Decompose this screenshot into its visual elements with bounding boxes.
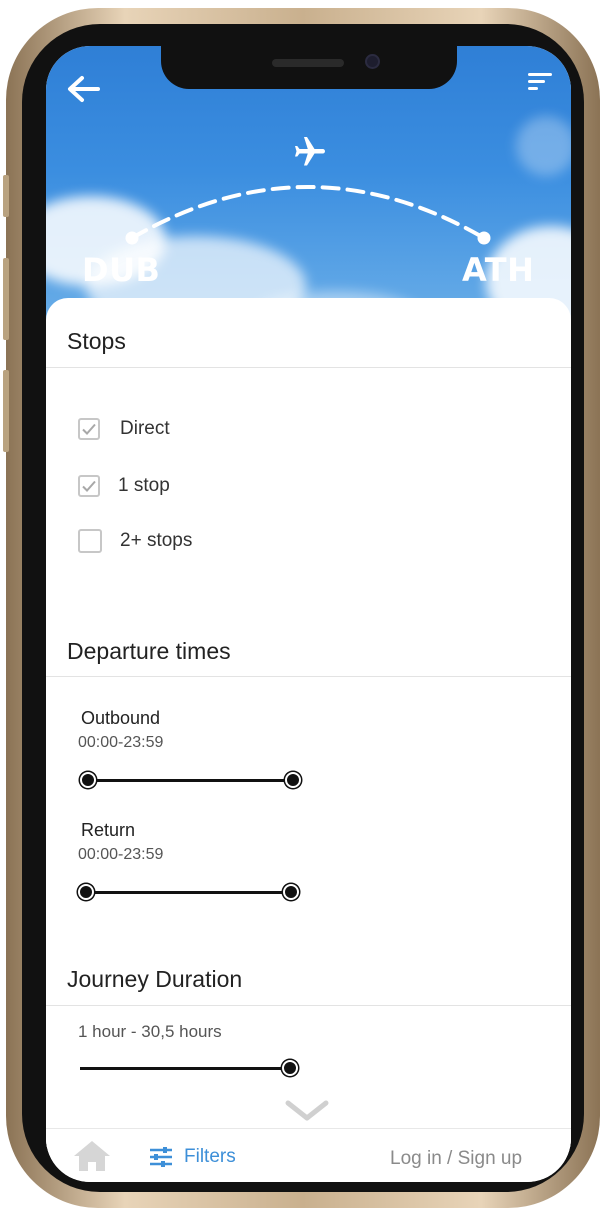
stop-option-2-plus[interactable]: 2+ stops bbox=[78, 527, 192, 555]
stop-option-direct[interactable]: Direct bbox=[78, 415, 170, 443]
slider-max-handle[interactable] bbox=[283, 884, 299, 900]
return-label: Return bbox=[81, 820, 136, 840]
duration-range: 1 hour - 30,5 hours bbox=[78, 1022, 222, 1041]
sliders-icon bbox=[150, 1147, 172, 1167]
front-camera bbox=[365, 54, 380, 69]
mute-switch bbox=[3, 175, 9, 217]
stops-title: Stops bbox=[67, 328, 126, 354]
outbound-range: 00:00-23:59 bbox=[78, 734, 164, 751]
speaker bbox=[272, 59, 344, 67]
slider-track bbox=[88, 779, 296, 782]
checkbox-checked[interactable] bbox=[78, 475, 100, 497]
outbound-time-slider[interactable] bbox=[80, 770, 304, 790]
destination-code: ATH bbox=[462, 251, 535, 289]
slider-min-handle[interactable] bbox=[80, 772, 96, 788]
filters-tab-label: Filters bbox=[184, 1146, 236, 1167]
phone-screen: DUB ATH Stops Direct 1 stop 2+ stops Dep… bbox=[46, 46, 571, 1182]
chevron-down-icon[interactable] bbox=[284, 1098, 330, 1124]
duration-slider[interactable] bbox=[80, 1058, 304, 1078]
filters-tab[interactable]: Filters bbox=[148, 1143, 236, 1171]
checkbox-checked[interactable] bbox=[78, 418, 100, 440]
origin-code: DUB bbox=[82, 251, 161, 289]
home-icon[interactable] bbox=[72, 1139, 112, 1173]
airplane-icon bbox=[295, 137, 325, 166]
back-arrow-icon[interactable] bbox=[64, 72, 104, 106]
stop-option-label: Direct bbox=[120, 418, 170, 439]
notch bbox=[161, 46, 457, 89]
stop-option-1-stop[interactable]: 1 stop bbox=[78, 472, 170, 500]
divider bbox=[46, 367, 571, 368]
stop-option-label: 1 stop bbox=[118, 475, 170, 496]
outbound-label: Outbound bbox=[81, 708, 161, 728]
slider-track bbox=[80, 1067, 296, 1070]
return-range: 00:00-23:59 bbox=[78, 846, 164, 863]
divider bbox=[46, 676, 571, 677]
filters-panel: Stops Direct 1 stop 2+ stops Departure t… bbox=[46, 298, 571, 1148]
slider-max-handle[interactable] bbox=[285, 772, 301, 788]
origin-dot bbox=[125, 231, 139, 245]
checkbox-unchecked[interactable] bbox=[78, 529, 102, 553]
destination-dot bbox=[477, 231, 491, 245]
stop-option-label: 2+ stops bbox=[120, 530, 193, 551]
slider-min-handle[interactable] bbox=[78, 884, 94, 900]
slider-handle[interactable] bbox=[282, 1060, 298, 1076]
volume-down-button bbox=[3, 370, 9, 452]
bottom-tab-bar: Filters Log in / Sign up bbox=[46, 1128, 571, 1182]
departure-title: Departure times bbox=[67, 638, 231, 664]
sort-icon[interactable] bbox=[524, 70, 556, 94]
checkmark-icon bbox=[82, 480, 96, 492]
return-time-slider[interactable] bbox=[78, 882, 302, 902]
login-signup-link[interactable]: Log in / Sign up bbox=[390, 1148, 522, 1170]
slider-track bbox=[86, 891, 294, 894]
volume-up-button bbox=[3, 258, 9, 340]
duration-title: Journey Duration bbox=[67, 966, 243, 992]
divider bbox=[46, 1005, 571, 1006]
checkmark-icon bbox=[82, 423, 96, 435]
